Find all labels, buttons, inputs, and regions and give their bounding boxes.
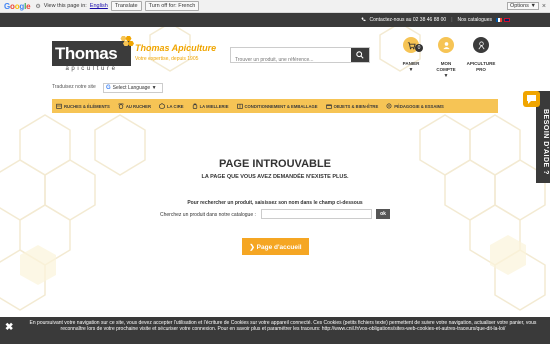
nav-item-label: CONDITIONNEMENT & EMBALLAGE — [244, 103, 318, 109]
cookie-text: En poursuivant votre navigation sur ce s… — [29, 320, 537, 332]
translate-icon: ⚙ — [35, 3, 41, 10]
nav-item-rucher[interactable]: AU RUCHER — [114, 99, 155, 113]
page-title: PAGE INTROUVABLE — [218, 158, 332, 170]
language-select-value: Select Language ▼ — [112, 85, 157, 91]
nav-item-objets[interactable]: OBJETS & BIEN-ÊTRE — [322, 99, 383, 113]
pro-label-line-2: PRO — [476, 67, 486, 72]
main-nav: RUCHES & ÉLÉMENTS AU RUCHER LA CIRE LA M… — [52, 99, 498, 113]
google-translate-bar: Google ⚙ View this page in: English Tran… — [0, 0, 550, 13]
help-text: BESOIN D'AIDE ? — [542, 109, 549, 175]
catalog-search-input[interactable] — [261, 209, 372, 219]
gift-icon — [325, 103, 332, 109]
flag-fr-icon[interactable] — [496, 18, 502, 22]
nav-item-miellerie[interactable]: LA MIELLERIE — [188, 99, 233, 113]
logo-sub-text: apiculture — [65, 66, 118, 72]
translate-label: Traduisez notre site — [52, 84, 96, 90]
user-icon — [438, 37, 454, 53]
nav-item-pedagogie[interactable]: PÉDAGOGIE & ESSAIMS — [382, 99, 448, 113]
pro-label-line-1: APICULTURE — [466, 61, 496, 66]
google-g-icon: G — [106, 85, 111, 91]
site-logo[interactable]: Thomas apiculture — [52, 36, 134, 74]
translate-button[interactable]: Translate — [110, 1, 142, 11]
nav-item-label: OBJETS & BIEN-ÊTRE — [333, 103, 379, 109]
cart-button[interactable]: 0 PANIER ▼ — [396, 37, 426, 73]
nav-item-label: RUCHES & ÉLÉMENTS — [64, 103, 110, 109]
package-icon — [236, 103, 243, 109]
top-contact-bar: Contactez-nous au 02 38 46 88 00 | Nos c… — [0, 13, 550, 27]
catalog-search-label: Cherchez un produit dans notre catalogue… — [160, 212, 256, 218]
nav-item-label: LA CIRE — [166, 103, 184, 109]
cart-count-badge: 0 — [415, 44, 423, 52]
honeycomb-logo-icon — [120, 36, 134, 46]
beekeeper-icon — [473, 37, 489, 53]
search-input[interactable] — [231, 53, 349, 67]
close-icon[interactable]: × — [542, 3, 546, 10]
pro-label: APICULTURE PRO — [466, 61, 496, 73]
page-subtitle: LA PAGE QUE VOUS AVEZ DEMANDÉE N'EXISTE … — [201, 174, 349, 180]
wax-icon — [159, 103, 165, 110]
close-icon[interactable]: ✖ — [5, 323, 13, 333]
search-icon — [356, 51, 364, 59]
chevron-down-icon: ▼ — [443, 73, 449, 79]
header-search — [230, 47, 370, 67]
turn-off-button[interactable]: Turn off for: French — [144, 1, 200, 11]
swarm-icon — [386, 103, 392, 109]
nav-item-label: AU RUCHER — [125, 103, 151, 109]
search-hint: Pour rechercher un produit, saisissez so… — [187, 200, 363, 206]
pro-button[interactable]: APICULTURE PRO — [466, 37, 496, 73]
nav-item-label: LA MIELLERIE — [199, 103, 229, 109]
chevron-down-icon: ▼ — [408, 67, 414, 73]
catalogues-link[interactable]: Nos catalogues — [458, 17, 492, 23]
contact-text[interactable]: Contactez-nous au 02 38 46 88 00 — [369, 17, 446, 23]
language-link[interactable]: English — [90, 3, 108, 9]
nav-item-label: PÉDAGOGIE & ESSAIMS — [394, 103, 444, 109]
language-select[interactable]: G Select Language ▼ — [103, 83, 163, 93]
nav-item-conditionnement[interactable]: CONDITIONNEMENT & EMBALLAGE — [233, 99, 322, 113]
home-button[interactable]: ❯ Page d'accueil — [242, 238, 309, 255]
bee-icon — [118, 103, 124, 110]
chat-icon[interactable] — [523, 91, 540, 107]
search-button[interactable] — [351, 48, 369, 62]
separator: | — [451, 17, 453, 23]
brand-tagline-sub: Votre expertise, depuis 1905 — [135, 56, 199, 62]
options-dropdown[interactable]: Options ▼ — [506, 2, 539, 10]
nav-item-cire[interactable]: LA CIRE — [155, 99, 188, 113]
honey-jar-icon — [192, 103, 198, 109]
view-page-text: View this page in: — [43, 3, 87, 9]
account-label: MON COMPTE — [436, 61, 456, 72]
flag-uk-icon[interactable] — [504, 18, 510, 22]
ok-button[interactable]: ok — [376, 209, 390, 219]
google-logo-letter: e — [26, 1, 31, 11]
hive-icon — [56, 103, 62, 109]
cookie-banner: ✖ En poursuivant votre navigation sur ce… — [0, 317, 550, 344]
brand-tagline: Thomas Apiculture — [135, 43, 217, 53]
phone-icon — [361, 17, 366, 24]
account-button[interactable]: MON COMPTE ▼ — [431, 37, 461, 79]
google-logo: Google — [4, 1, 31, 11]
nav-item-ruches[interactable]: RUCHES & ÉLÉMENTS — [52, 99, 114, 113]
